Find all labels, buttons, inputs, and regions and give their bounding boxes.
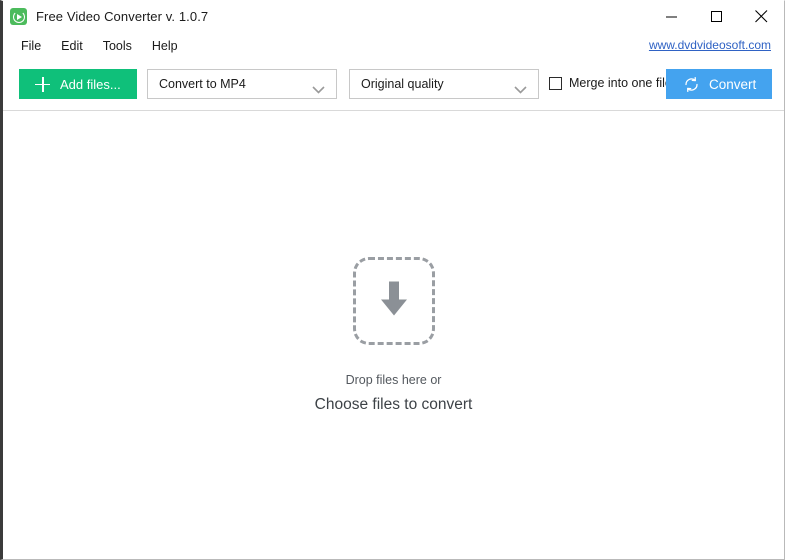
window-controls (649, 1, 784, 32)
drop-target-box[interactable] (352, 257, 435, 345)
menu-item-tools[interactable]: Tools (93, 36, 142, 57)
drop-zone[interactable]: Drop files here or Choose files to conve… (3, 257, 784, 414)
website-link[interactable]: www.dvdvideosoft.com (649, 38, 771, 52)
convert-button[interactable]: Convert (666, 69, 772, 99)
menu-item-help[interactable]: Help (142, 36, 188, 57)
refresh-circle-icon (683, 76, 700, 93)
minimize-icon[interactable] (649, 1, 694, 32)
app-window: Free Video Converter v. 1.0.7 File Edit … (0, 0, 785, 560)
main-content-area: Drop files here or Choose files to conve… (3, 111, 784, 559)
title-bar: Free Video Converter v. 1.0.7 (3, 1, 784, 32)
merge-checkbox-label: Merge into one file (569, 76, 672, 90)
quality-select-value: Original quality (361, 77, 444, 91)
convert-label: Convert (709, 76, 757, 92)
chevron-down-icon (312, 81, 325, 99)
merge-into-one-file-row[interactable]: Merge into one file (549, 76, 672, 90)
quality-select[interactable]: Original quality (349, 69, 539, 99)
menu-bar: File Edit Tools Help www.dvdvideosoft.co… (3, 32, 784, 60)
chevron-down-icon (514, 81, 527, 99)
add-files-label: Add files... (60, 76, 121, 92)
merge-checkbox[interactable] (549, 76, 562, 90)
play-triangle-shape (16, 13, 22, 20)
maximize-icon[interactable] (694, 1, 739, 32)
format-select-value: Convert to MP4 (159, 77, 246, 91)
format-select[interactable]: Convert to MP4 (147, 69, 337, 99)
drop-zone-line-2[interactable]: Choose files to convert (315, 396, 473, 414)
video-converter-icon (10, 8, 27, 25)
close-icon[interactable] (739, 1, 784, 32)
add-files-button[interactable]: Add files... (19, 69, 137, 99)
menu-item-edit[interactable]: Edit (51, 36, 93, 57)
plus-icon (35, 76, 50, 92)
download-arrow-icon (374, 278, 414, 325)
menu-item-file[interactable]: File (11, 36, 51, 57)
window-title: Free Video Converter v. 1.0.7 (36, 9, 209, 24)
drop-zone-line-1: Drop files here or (345, 373, 442, 387)
toolbar: Add files... Convert to MP4 Original qua… (3, 60, 784, 111)
